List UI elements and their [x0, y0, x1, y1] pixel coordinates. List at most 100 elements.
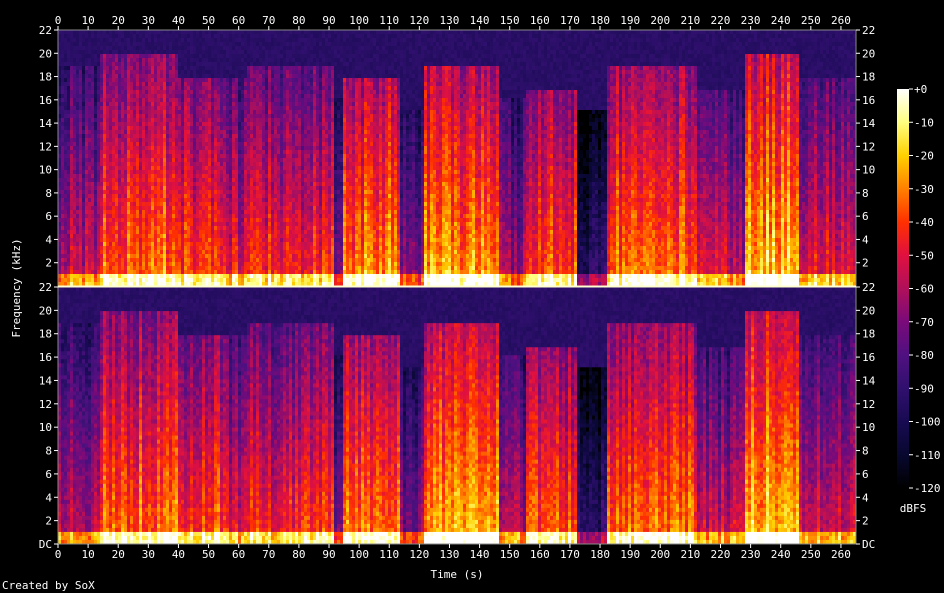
top-channel-cell: [256, 82, 259, 86]
top-channel-cell: [193, 138, 196, 142]
top-channel-cell: [208, 78, 211, 82]
top-channel-cell: [109, 242, 112, 246]
top-channel-cell: [226, 166, 229, 170]
top-channel-cell: [160, 78, 163, 82]
top-channel-cell: [268, 34, 271, 38]
top-channel-cell: [187, 250, 190, 254]
top-channel-cell: [265, 34, 268, 38]
top-channel-cell: [205, 182, 208, 186]
top-channel-cell: [103, 242, 106, 246]
top-channel-cell: [262, 74, 265, 78]
top-channel-cell: [289, 130, 292, 134]
top-channel-cell: [91, 166, 94, 170]
top-channel-cell: [280, 138, 283, 142]
top-channel-cell: [172, 206, 175, 210]
top-channel-cell: [130, 198, 133, 202]
top-channel-cell: [190, 66, 193, 70]
top-channel-cell: [289, 54, 292, 58]
top-channel-cell: [202, 66, 205, 70]
top-channel-cell: [76, 182, 79, 186]
top-channel-cell: [283, 234, 286, 238]
top-channel-cell: [61, 202, 64, 206]
top-channel-cell: [211, 182, 214, 186]
top-channel-cell: [97, 186, 100, 190]
top-channel-cell: [85, 74, 88, 78]
top-channel-cell: [274, 234, 277, 238]
top-channel-cell: [133, 142, 136, 146]
top-channel-cell: [139, 226, 142, 230]
top-channel-cell: [244, 250, 247, 254]
top-channel-cell: [70, 90, 73, 94]
top-channel-cell: [214, 142, 217, 146]
top-channel-cell: [58, 106, 61, 110]
top-channel-cell: [178, 90, 181, 94]
top-channel-cell: [70, 218, 73, 222]
top-channel-cell: [181, 246, 184, 250]
top-channel-cell: [193, 106, 196, 110]
top-channel-cell: [64, 126, 67, 130]
top-channel-cell: [115, 262, 118, 266]
top-channel-cell: [160, 98, 163, 102]
top-channel-cell: [79, 222, 82, 226]
top-channel-cell: [94, 110, 97, 114]
top-channel-cell: [253, 222, 256, 226]
top-channel-cell: [205, 278, 208, 282]
top-channel-cell: [214, 158, 217, 162]
top-channel-cell: [163, 74, 166, 78]
top-channel-cell: [193, 142, 196, 146]
top-channel-cell: [232, 38, 235, 42]
top-channel-cell: [85, 94, 88, 98]
top-channel-cell: [70, 98, 73, 102]
top-channel-cell: [112, 158, 115, 162]
top-channel-cell: [202, 226, 205, 230]
top-channel-cell: [223, 162, 226, 166]
top-channel-cell: [187, 278, 190, 282]
top-channel-cell: [175, 182, 178, 186]
top-channel-cell: [73, 134, 76, 138]
top-channel-cell: [256, 266, 259, 270]
top-channel-cell: [160, 242, 163, 246]
top-channel-cell: [79, 122, 82, 126]
top-channel-cell: [160, 222, 163, 226]
top-channel-cell: [142, 210, 145, 214]
top-channel-cell: [109, 202, 112, 206]
top-channel-cell: [181, 278, 184, 282]
top-channel-cell: [145, 214, 148, 218]
top-channel-cell: [148, 82, 151, 86]
top-channel-cell: [262, 270, 265, 274]
top-channel-cell: [88, 130, 91, 134]
top-channel-cell: [124, 262, 127, 266]
top-channel-cell: [130, 38, 133, 42]
top-channel-cell: [58, 182, 61, 186]
top-channel-cell: [259, 170, 262, 174]
top-channel-cell: [61, 234, 64, 238]
top-channel-cell: [280, 262, 283, 266]
top-channel-cell: [232, 254, 235, 258]
top-channel-cell: [241, 186, 244, 190]
top-channel-cell: [286, 106, 289, 110]
top-channel-cell: [271, 122, 274, 126]
top-channel-cell: [199, 78, 202, 82]
top-channel-cell: [202, 98, 205, 102]
top-channel-cell: [238, 70, 241, 74]
top-channel-cell: [217, 190, 220, 194]
top-channel-cell: [265, 30, 268, 34]
top-channel-cell: [163, 134, 166, 138]
top-channel-cell: [286, 154, 289, 158]
top-channel-cell: [208, 186, 211, 190]
top-channel-cell: [61, 122, 64, 126]
top-channel-cell: [247, 198, 250, 202]
top-channel-cell: [268, 42, 271, 46]
top-channel-cell: [217, 102, 220, 106]
top-channel-cell: [232, 222, 235, 226]
top-channel-cell: [145, 142, 148, 146]
top-channel-cell: [262, 246, 265, 250]
top-channel-cell: [79, 238, 82, 242]
top-channel-cell: [157, 54, 160, 58]
top-channel-cell: [184, 142, 187, 146]
top-channel-cell: [244, 90, 247, 94]
top-channel-cell: [232, 174, 235, 178]
top-channel-cell: [286, 186, 289, 190]
top-channel-cell: [109, 106, 112, 110]
top-channel-cell: [250, 114, 253, 118]
